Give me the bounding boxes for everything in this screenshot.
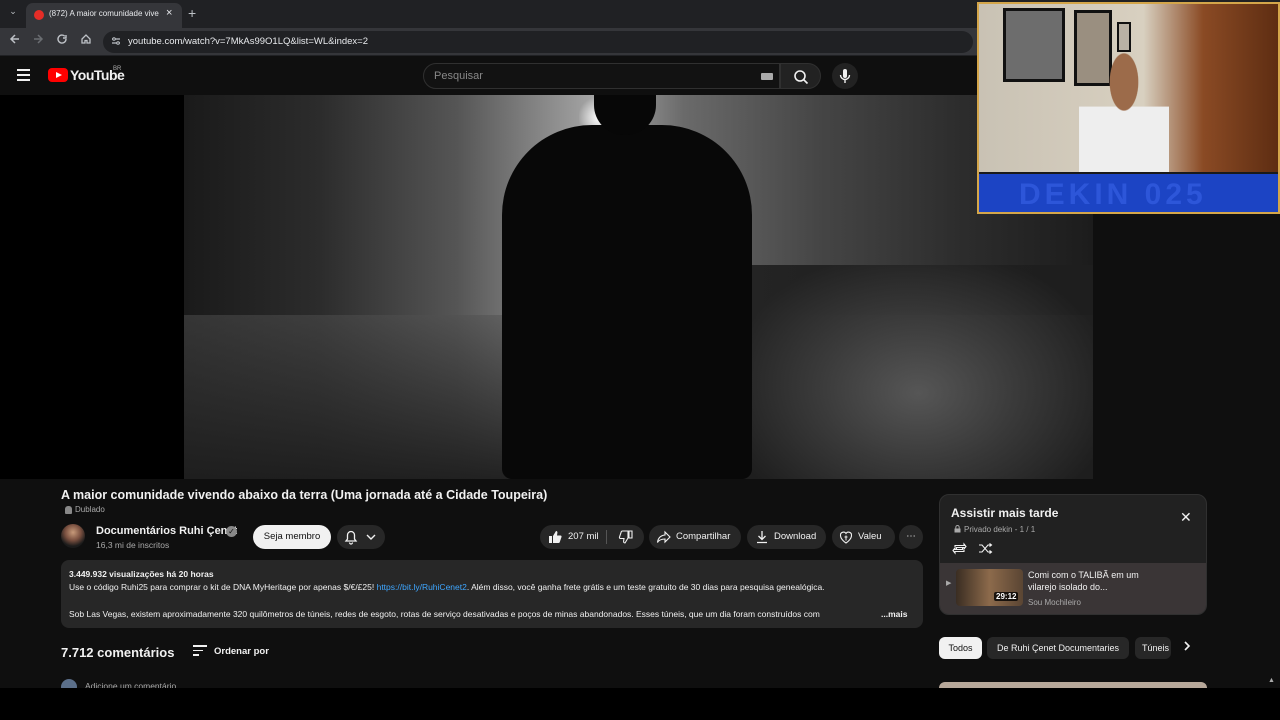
description-line-2: Sob Las Vegas, existem aproximadamente 3… (69, 609, 820, 619)
browser-tab-active[interactable]: (872) A maior comunidade vive × (26, 3, 182, 28)
tab-search-icon[interactable]: ⌄ (6, 6, 20, 20)
sort-icon[interactable] (193, 645, 207, 659)
voice-search-button[interactable] (832, 63, 858, 89)
super-thanks-icon (839, 531, 853, 544)
subscriber-count: 16,3 mi de inscritos (96, 540, 170, 550)
bell-icon (344, 530, 358, 545)
sort-button[interactable]: Ordenar por (214, 646, 269, 657)
channel-name[interactable]: Documentários Ruhi Çenet (96, 525, 237, 537)
playlist-item[interactable]: ▶ 29:12 Comi com o TALIBÃ em um vilarejo… (940, 563, 1206, 614)
share-button[interactable]: Compartilhar (649, 525, 741, 549)
video-duration: 29:12 (994, 592, 1019, 601)
keyboard-icon[interactable] (761, 73, 773, 80)
loop-icon[interactable] (952, 542, 967, 555)
download-icon (757, 531, 767, 544)
chevron-right-icon[interactable] (1182, 640, 1192, 652)
wall-poster-image (1117, 22, 1131, 52)
microphone-icon (839, 69, 851, 83)
chip-all[interactable]: Todos (939, 637, 982, 659)
video-frame (184, 95, 1093, 479)
tab-title: (872) A maior comunidade vive (49, 9, 159, 18)
download-label: Download (774, 531, 817, 542)
forward-icon[interactable] (32, 33, 44, 45)
description-box[interactable]: 3.449.932 visualizações há 20 horas Use … (61, 560, 923, 628)
playlist-item-title[interactable]: Comi com o TALIBÃ em um vilarejo isolado… (1028, 569, 1168, 593)
verified-icon: ✓ (226, 526, 237, 537)
streamer-image (1079, 52, 1169, 172)
search-button[interactable] (780, 63, 821, 89)
like-count: 207 mil (568, 531, 599, 542)
comment-count: 7.712 comentários (61, 645, 175, 660)
join-button[interactable]: Seja membro (253, 525, 331, 549)
search-icon (794, 70, 809, 85)
share-icon (656, 530, 671, 544)
hamburger-menu-icon[interactable] (17, 69, 30, 84)
show-more-link[interactable]: ...mais (881, 609, 907, 619)
chevron-down-icon (366, 534, 376, 540)
description-link[interactable]: https://bit.ly/RuhiCenet2 (377, 582, 467, 592)
thanks-label: Valeu (858, 531, 882, 542)
youtube-logo-icon[interactable] (48, 68, 68, 82)
dubbed-badge: Dublado (63, 505, 105, 516)
download-button[interactable]: Download (747, 525, 826, 549)
like-button[interactable]: 207 mil (540, 525, 606, 549)
video-player[interactable] (0, 95, 1093, 479)
video-title: A maior comunidade vivendo abaixo da ter… (61, 488, 548, 502)
thanks-button[interactable]: Valeu (832, 525, 895, 549)
now-playing-icon: ▶ (946, 580, 952, 587)
thumbs-down-icon (618, 530, 633, 544)
lock-icon (954, 525, 961, 533)
webcam-band: DEKIN 025 (979, 174, 1278, 212)
reload-icon[interactable] (56, 33, 68, 45)
view-count-and-date: 3.449.932 visualizações há 20 horas (69, 569, 214, 579)
url-text: youtube.com/watch?v=7MkAs99O1LQ&list=WL&… (128, 36, 369, 47)
channel-avatar[interactable] (61, 524, 85, 548)
taskbar-strip (0, 688, 1280, 720)
webcam-band-text: DEKIN 025 (1019, 178, 1207, 211)
search-placeholder: Pesquisar (434, 70, 483, 82)
region-code: BR (113, 66, 122, 72)
back-icon[interactable] (9, 33, 21, 45)
new-tab-button[interactable]: + (188, 5, 196, 21)
dislike-button[interactable] (612, 525, 640, 549)
youtube-favicon-icon (34, 10, 44, 20)
site-info-icon[interactable] (111, 36, 121, 46)
chip-channel[interactable]: De Ruhi Çenet Documentaries (987, 637, 1129, 659)
share-label: Compartilhar (676, 531, 731, 542)
notification-button[interactable] (337, 525, 385, 549)
more-actions-button[interactable]: ⋯ (899, 525, 923, 549)
tab-close-icon[interactable]: × (166, 7, 172, 19)
search-input[interactable]: Pesquisar (423, 63, 780, 89)
wall-poster-image (1003, 8, 1065, 82)
playlist-title[interactable]: Assistir mais tarde (951, 506, 1058, 520)
thumbs-up-icon (549, 531, 562, 543)
webcam-overlay: DEKIN 025 (977, 2, 1280, 214)
home-icon[interactable] (80, 33, 92, 45)
playlist-meta: Privado dekin - 1 / 1 (954, 525, 1035, 534)
chip-tunnels[interactable]: Túneis (1135, 637, 1171, 659)
close-icon[interactable]: ✕ (1180, 509, 1192, 526)
shuffle-icon[interactable] (978, 542, 993, 555)
playlist-item-channel: Sou Mochileiro (1028, 598, 1081, 607)
address-bar[interactable]: youtube.com/watch?v=7MkAs99O1LQ&list=WL&… (103, 31, 973, 53)
scroll-down-arrow-icon[interactable]: ▲ (1268, 677, 1275, 684)
description-line-1: Use o código Ruhi25 para comprar o kit d… (69, 582, 825, 592)
like-dislike-group: 207 mil (540, 525, 644, 549)
playlist-panel: Assistir mais tarde Privado dekin - 1 / … (939, 494, 1207, 615)
